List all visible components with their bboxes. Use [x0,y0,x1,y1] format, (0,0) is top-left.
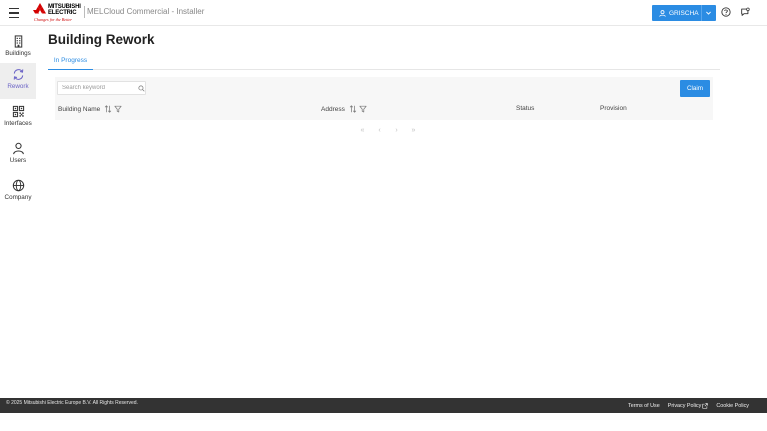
column-label: Provision [600,105,627,112]
refresh-icon [13,69,23,80]
sidebar-item-label: Interfaces [4,120,32,127]
user-name: GRISCHA [669,9,699,17]
user-icon [12,142,24,155]
link-label: Cookie Policy [716,403,749,409]
filter-icon[interactable] [114,105,122,113]
menu-icon[interactable] [9,8,19,18]
last-page-button[interactable]: » [405,127,422,134]
user-menu-button[interactable]: GRISCHA [652,5,716,21]
external-link-icon [702,403,709,409]
pagination: « ‹ › » [354,127,422,134]
app-root: MITSUBISHI ELECTRIC Changes for the Bett… [0,0,767,431]
claim-button[interactable]: Claim [680,80,710,97]
top-bar: MITSUBISHI ELECTRIC Changes for the Bett… [0,0,767,26]
page-title: Building Rework [48,32,155,47]
footer: © 2025 Mitsubishi Electric Europe B.V. A… [0,398,767,413]
cookie-policy-link[interactable]: Cookie Policy [716,403,749,409]
title-divider [84,6,85,18]
sidebar-item-interfaces[interactable]: Interfaces [0,100,36,136]
bottom-strip [0,413,767,431]
sidebar-item-company[interactable]: Company [0,174,36,210]
sidebar: Buildings Rework Interfaces Users Compan… [0,27,36,398]
column-label: Status [516,105,535,112]
chevron-down-icon[interactable] [705,10,712,16]
column-label: Building Name [58,105,101,113]
chat-bubble-icon[interactable] [740,7,750,17]
help-circle-icon[interactable] [721,7,731,17]
tab-bar: In Progress [48,52,720,70]
column-label: Address [321,105,345,113]
sort-icon[interactable] [104,105,112,113]
sidebar-item-label: Buildings [5,50,31,57]
sidebar-item-buildings[interactable]: Buildings [0,30,36,66]
sidebar-item-rework[interactable]: Rework [0,63,36,99]
terms-of-use-link[interactable]: Terms of Use [628,403,660,409]
footer-links: Terms of Use Privacy Policy Cookie Polic… [620,403,749,409]
link-label: Privacy Policy [667,403,702,409]
first-page-button[interactable]: « [354,127,371,134]
search-input[interactable] [62,82,132,94]
app-title: MELCloud Commercial - Installer [87,7,205,16]
sidebar-item-label: Rework [7,83,29,90]
search-icon[interactable] [138,85,145,92]
column-header-provision: Provision [600,105,627,112]
sidebar-item-users[interactable]: Users [0,137,36,173]
sidebar-item-label: Users [9,157,27,164]
building-icon [14,35,22,48]
user-icon [659,9,666,17]
sort-icon[interactable] [349,105,357,113]
filter-icon[interactable] [359,105,367,113]
column-header-address[interactable]: Address [321,105,367,113]
tab-in-progress[interactable]: In Progress [48,52,93,70]
sidebar-item-label: Company [4,194,32,201]
globe-icon [12,179,24,192]
column-header-status: Status [516,105,534,112]
column-header-building-name[interactable]: Building Name [58,105,122,113]
table-panel: Claim Building Name Address Status [55,77,713,120]
logo-tagline: Changes for the Better [34,17,73,22]
prev-page-button[interactable]: ‹ [371,127,388,134]
logo-brand-line2: ELECTRIC [48,10,77,16]
search-box[interactable] [57,81,146,95]
user-button-divider [701,5,702,21]
privacy-policy-link[interactable]: Privacy Policy [668,403,709,409]
qr-code-icon [12,105,24,118]
company-logo[interactable]: MITSUBISHI ELECTRIC Changes for the Bett… [33,3,81,22]
link-label: Terms of Use [628,403,660,409]
next-page-button[interactable]: › [388,127,405,134]
three-diamonds-icon [33,3,46,14]
copyright-text: © 2025 Mitsubishi Electric Europe B.V. A… [6,400,138,406]
